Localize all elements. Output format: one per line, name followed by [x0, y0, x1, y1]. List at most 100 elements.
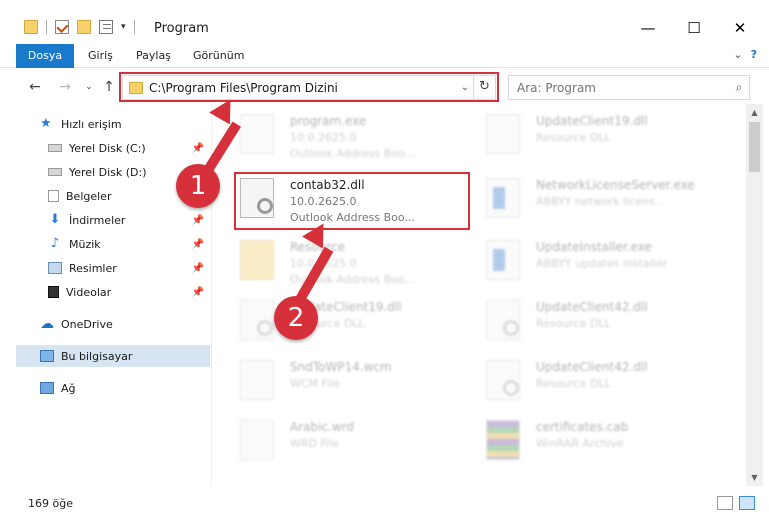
sidebar-item-label: Ağ — [61, 381, 76, 395]
up-arrow-icon[interactable]: ↑ — [100, 78, 118, 96]
quick-access-toolbar: ▾ — [24, 20, 135, 34]
application-icon — [486, 240, 520, 280]
file-item[interactable]: Resource 10.0.2625.0 Outlook Address Boo… — [232, 232, 472, 288]
file-item[interactable]: UpdateInstaller.exe ABBYY updates instal… — [478, 232, 718, 288]
drive-icon — [48, 144, 62, 152]
tab-giris[interactable]: Giriş — [78, 44, 123, 68]
file-item[interactable]: UpdateClient19.dll Resource DLL — [232, 292, 472, 348]
pin-icon[interactable]: 📌 — [192, 215, 204, 226]
file-name: UpdateClient42.dll — [536, 360, 648, 374]
file-item[interactable]: NetworkLicenseServer.exe ABBYY network l… — [478, 170, 718, 226]
sidebar-item-label: İndirmeler — [69, 213, 126, 227]
sidebar-item-quick-access[interactable]: ★ Hızlı erişim — [16, 113, 210, 135]
sidebar-item-music[interactable]: ♪ Müzik 📌 — [16, 233, 210, 255]
dll-file-icon — [486, 360, 520, 400]
archive-icon — [486, 420, 520, 460]
maximize-button[interactable]: ☐ — [671, 15, 717, 41]
file-description: Resource DLL — [536, 131, 611, 144]
sidebar-item-pictures[interactable]: Resimler 📌 — [16, 257, 210, 279]
chevron-down-icon[interactable]: ▾ — [121, 22, 126, 32]
file-name: NetworkLicenseServer.exe — [536, 178, 695, 192]
file-item[interactable]: SndToWP14.wcm WCM File — [232, 352, 472, 408]
sidebar-item-onedrive[interactable]: ☁ OneDrive — [16, 313, 210, 335]
pin-icon[interactable]: 📌 — [192, 287, 204, 298]
file-version: 10.0.2625.0 — [290, 131, 357, 144]
network-icon — [40, 382, 54, 394]
address-highlight-box — [119, 72, 499, 102]
file-name: program.exe — [290, 114, 367, 128]
sidebar-item-downloads[interactable]: ⬇ İndirmeler 📌 — [16, 209, 210, 231]
new-folder-icon[interactable] — [77, 20, 91, 34]
folder-icon — [240, 240, 274, 280]
minimize-button[interactable]: — — [625, 15, 671, 41]
sidebar-item-label: Müzik — [69, 237, 101, 251]
search-input[interactable] — [517, 80, 729, 95]
dll-file-icon — [240, 300, 274, 340]
exe-file-icon — [240, 114, 274, 154]
cloud-icon: ☁ — [40, 316, 54, 332]
sidebar-item-label: Yerel Disk (D:) — [69, 165, 147, 179]
sidebar-item-label: Videolar — [66, 285, 112, 299]
close-button[interactable]: ✕ — [717, 15, 763, 41]
file-description: WinRAR Archive — [536, 437, 624, 450]
window-title: Program — [154, 21, 209, 36]
file-icon — [240, 420, 274, 460]
forward-arrow-icon[interactable]: → — [56, 78, 74, 96]
sidebar-item-network[interactable]: Ağ — [16, 377, 210, 399]
scroll-up-arrow-icon[interactable]: ▲ — [746, 104, 763, 121]
file-description: Outlook Address Boo... — [290, 147, 415, 160]
computer-icon — [40, 350, 54, 362]
file-description: ABBYY updates installer — [536, 257, 668, 270]
file-item[interactable]: UpdateClient19.dll Resource DLL — [478, 106, 718, 162]
tab-dosya[interactable]: Dosya — [16, 44, 74, 68]
expand-ribbon-icon[interactable]: ⌄ — [733, 48, 742, 61]
sidebar-item-videos[interactable]: Videolar 📌 — [16, 281, 210, 303]
sidebar-item-label: Yerel Disk (C:) — [69, 141, 146, 155]
drive-icon — [48, 168, 62, 176]
sidebar-item-label: OneDrive — [61, 317, 113, 331]
file-item[interactable]: UpdateClient42.dll Resource DLL — [478, 352, 718, 408]
download-arrow-icon: ⬇ — [49, 212, 61, 227]
tab-gorunum[interactable]: Görünüm — [183, 44, 254, 68]
file-name: UpdateClient42.dll — [536, 300, 648, 314]
file-item[interactable]: UpdateClient42.dll Resource DLL — [478, 292, 718, 348]
application-icon — [486, 178, 520, 218]
customize-icon[interactable] — [99, 20, 113, 34]
sidebar-item-label: Resimler — [69, 261, 117, 275]
tab-paylas[interactable]: Paylaş — [126, 44, 181, 68]
pin-icon[interactable]: 📌 — [192, 239, 204, 250]
help-icon[interactable]: ? — [751, 48, 757, 61]
pin-icon[interactable]: 📌 — [192, 263, 204, 274]
file-description: WCM File — [290, 377, 340, 390]
vertical-scrollbar[interactable]: ▲ ▼ — [746, 104, 763, 486]
sidebar-item-label: Bu bilgisayar — [61, 349, 133, 363]
file-icon — [240, 360, 274, 400]
sidebar-item-this-pc[interactable]: Bu bilgisayar — [16, 345, 210, 367]
scroll-down-arrow-icon[interactable]: ▼ — [746, 469, 763, 486]
file-item[interactable]: program.exe 10.0.2625.0 Outlook Address … — [232, 106, 472, 162]
dll-file-icon — [486, 114, 520, 154]
search-box[interactable]: ⌕ — [508, 75, 750, 100]
recent-locations-chevron-icon[interactable]: ⌄ — [80, 78, 98, 96]
file-description: Resource DLL — [536, 377, 611, 390]
scroll-thumb[interactable] — [749, 122, 760, 172]
file-description: Resource DLL — [536, 317, 611, 330]
file-item[interactable]: Arabic.wrd WRD File — [232, 412, 472, 468]
details-view-icon[interactable] — [717, 496, 733, 510]
file-name: certificates.cab — [536, 420, 629, 434]
step-callout-2: 2 — [274, 296, 318, 340]
tiles-view-icon[interactable] — [739, 496, 755, 510]
pin-icon[interactable]: 📌 — [192, 143, 204, 154]
file-item[interactable]: certificates.cab WinRAR Archive — [478, 412, 718, 468]
back-arrow-icon[interactable]: ← — [26, 78, 44, 96]
sidebar-item-disk-c[interactable]: Yerel Disk (C:) 📌 — [16, 137, 210, 159]
properties-check-icon[interactable] — [55, 20, 69, 34]
search-icon[interactable]: ⌕ — [729, 80, 749, 95]
file-highlight-box — [234, 172, 470, 230]
file-name: UpdateClient19.dll — [536, 114, 648, 128]
ribbon-tabs: Dosya Giriş Paylaş Görünüm ⌄ ? — [0, 44, 769, 68]
gear-icon — [257, 320, 273, 336]
navigation-pane: ★ Hızlı erişim Yerel Disk (C:) 📌 Yerel D… — [16, 106, 210, 486]
view-switcher — [717, 496, 755, 510]
document-icon — [48, 190, 59, 202]
